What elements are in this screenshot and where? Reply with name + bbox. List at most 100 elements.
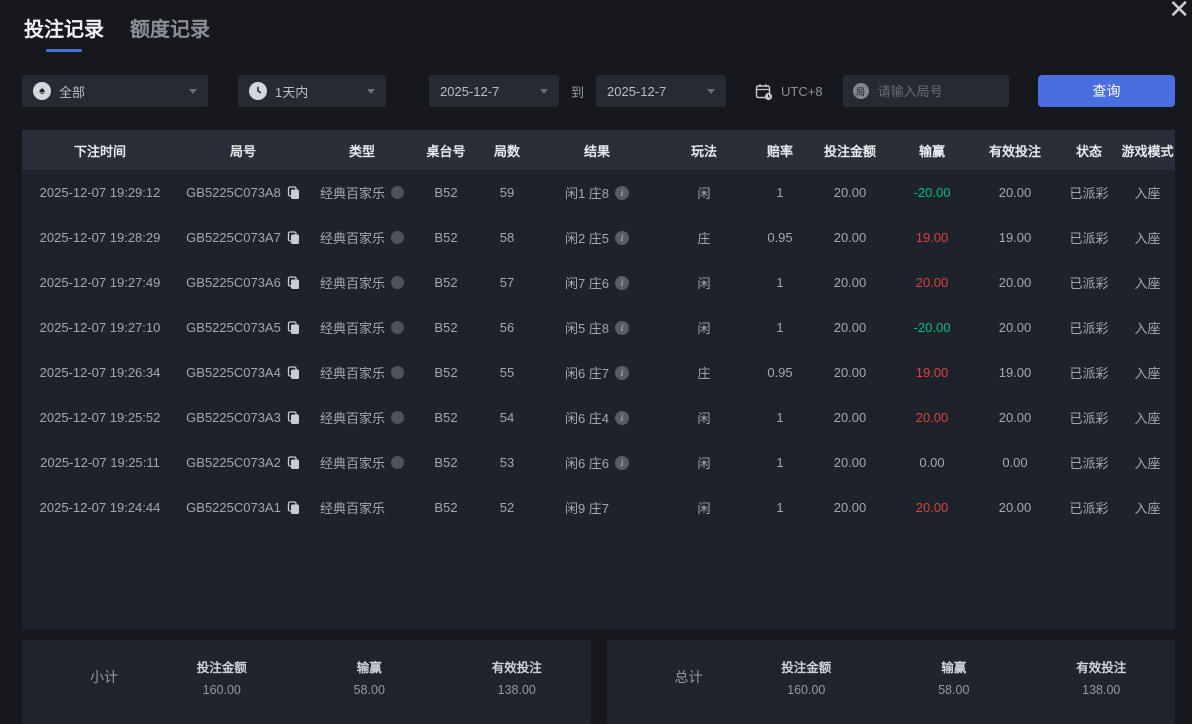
cell-type: 经典百家乐	[308, 363, 416, 382]
cell-win-loss: -20.00	[913, 320, 951, 335]
cell-table-no: B52	[434, 365, 458, 380]
cell-table-no: B52	[434, 185, 458, 200]
spade-icon: ♠	[33, 82, 51, 100]
cell-play: 闲	[697, 186, 711, 201]
cell-result: 闲9 庄7 i	[564, 501, 610, 516]
cell-valid-bet: 19.00	[998, 230, 1032, 245]
table-header: 下注时间 局号 类型 桌台号 局数 结果 玩法 赔率 投注金额 输赢 有效投注 …	[22, 130, 1175, 170]
cell-status: 已派彩	[1069, 321, 1109, 336]
calendar-clock-icon	[754, 82, 773, 101]
cell-game-mode: 入座	[1134, 276, 1161, 291]
game-type-icon	[391, 411, 404, 424]
cell-result: 闲6 庄6 i	[538, 453, 656, 472]
result-info-icon[interactable]: i	[615, 410, 630, 425]
cell-odds: 1	[776, 185, 784, 200]
cell-table-no: B52	[434, 320, 458, 335]
table-row: 2025-12-07 19:29:12 GB5225C073A8 经典百家乐 B…	[22, 170, 1175, 215]
cell-result: 闲1 庄8 i	[538, 183, 656, 202]
table-row: 2025-12-07 19:27:10 GB5225C073A5 经典百家乐 B…	[22, 305, 1175, 350]
cell-type: 经典百家乐	[319, 501, 385, 516]
cell-status: 已派彩	[1069, 276, 1109, 291]
copy-icon[interactable]	[287, 321, 300, 334]
col-table-no: 桌台号	[426, 143, 466, 159]
result-info-icon[interactable]: i	[615, 365, 630, 380]
time-range-select[interactable]: 1天内	[238, 75, 386, 107]
cell-result: 闲6 庄7 i	[538, 363, 656, 382]
round-search-input[interactable]	[875, 82, 999, 100]
col-status: 状态	[1075, 143, 1102, 159]
cell-bet-time: 2025-12-07 19:29:12	[39, 185, 161, 200]
cell-round-no: 53	[499, 455, 515, 470]
result-info-icon[interactable]: i	[615, 320, 630, 335]
game-type-value: 全部	[59, 84, 86, 100]
cell-valid-bet: 20.00	[998, 275, 1032, 290]
subtotal-bet-amount: 投注金额 160.00	[196, 661, 247, 697]
game-type-icon	[391, 366, 404, 379]
chevron-down-icon	[367, 88, 375, 94]
cell-table-no: B52	[434, 230, 458, 245]
result-info-icon[interactable]: i	[615, 455, 630, 470]
copy-icon[interactable]	[287, 231, 300, 244]
cell-valid-bet: 20.00	[998, 185, 1032, 200]
cell-odds: 0.95	[767, 230, 793, 245]
col-bet-time: 下注时间	[73, 143, 126, 159]
cell-bet-amount: 20.00	[833, 410, 867, 425]
total-label: 总计	[674, 669, 703, 685]
copy-icon[interactable]	[287, 276, 300, 289]
close-icon[interactable]: ✕	[1168, 0, 1190, 25]
table-row: 2025-12-07 19:26:34 GB5225C073A4 经典百家乐 B…	[22, 350, 1175, 395]
cell-play: 闲	[697, 456, 711, 471]
subtotal-label: 小计	[90, 669, 118, 685]
cell-status: 已派彩	[1069, 456, 1109, 471]
cell-bet-amount: 20.00	[833, 275, 867, 290]
date-to-picker[interactable]: 2025-12-7	[596, 75, 727, 107]
cell-odds: 1	[776, 500, 784, 515]
cell-valid-bet: 20.00	[998, 500, 1032, 515]
cell-table-no: B52	[434, 410, 458, 425]
cell-odds: 1	[776, 320, 784, 335]
cell-round-id: GB5225C073A8	[178, 185, 308, 200]
total-bet-amount: 投注金额 160.00	[781, 661, 832, 697]
game-type-select[interactable]: ♠ 全部	[22, 75, 208, 107]
result-info-icon[interactable]: i	[615, 185, 630, 200]
copy-icon[interactable]	[287, 186, 300, 199]
cell-play: 闲	[697, 276, 711, 291]
cell-round-no: 55	[499, 365, 515, 380]
copy-icon[interactable]	[287, 501, 300, 514]
query-button[interactable]: 查询	[1038, 75, 1175, 107]
cell-win-loss: 20.00	[915, 410, 949, 425]
cell-type: 经典百家乐	[308, 183, 416, 202]
result-info-icon[interactable]: i	[615, 230, 630, 245]
date-from-picker[interactable]: 2025-12-7	[429, 75, 559, 107]
cell-bet-time: 2025-12-07 19:27:49	[39, 275, 161, 290]
cell-result: 闲6 庄4 i	[538, 408, 656, 427]
copy-icon[interactable]	[287, 366, 300, 379]
col-bet-amount: 投注金额	[823, 143, 876, 159]
total-win-loss: 输赢 58.00	[938, 661, 970, 697]
cell-odds: 0.95	[767, 365, 793, 380]
cell-odds: 1	[776, 275, 784, 290]
cell-valid-bet: 20.00	[998, 320, 1032, 335]
cell-round-id: GB5225C073A1	[178, 500, 308, 515]
cell-play: 闲	[697, 321, 711, 336]
table-row: 2025-12-07 19:27:49 GB5225C073A6 经典百家乐 B…	[22, 260, 1175, 305]
copy-icon[interactable]	[287, 411, 300, 424]
cell-round-id: GB5225C073A6	[178, 275, 308, 290]
tab-bet-records-label: 投注记录	[24, 19, 104, 41]
cell-table-no: B52	[434, 500, 458, 515]
tab-quota-records[interactable]: 额度记录	[130, 13, 210, 52]
cell-bet-time: 2025-12-07 19:28:29	[39, 230, 161, 245]
cell-round-no: 59	[499, 185, 515, 200]
cell-bet-time: 2025-12-07 19:24:44	[39, 500, 161, 515]
cell-bet-amount: 20.00	[833, 230, 867, 245]
cell-status: 已派彩	[1069, 411, 1109, 426]
cell-result: 闲2 庄5 i	[538, 228, 656, 247]
cell-round-no: 58	[499, 230, 515, 245]
tab-bet-records[interactable]: 投注记录	[24, 13, 104, 52]
result-info-icon[interactable]: i	[615, 275, 630, 290]
table-row: 2025-12-07 19:28:29 GB5225C073A7 经典百家乐 B…	[22, 215, 1175, 260]
cell-play: 庄	[697, 366, 711, 381]
copy-icon[interactable]	[287, 456, 300, 469]
game-type-icon	[391, 456, 404, 469]
cell-type: 经典百家乐	[308, 453, 416, 472]
